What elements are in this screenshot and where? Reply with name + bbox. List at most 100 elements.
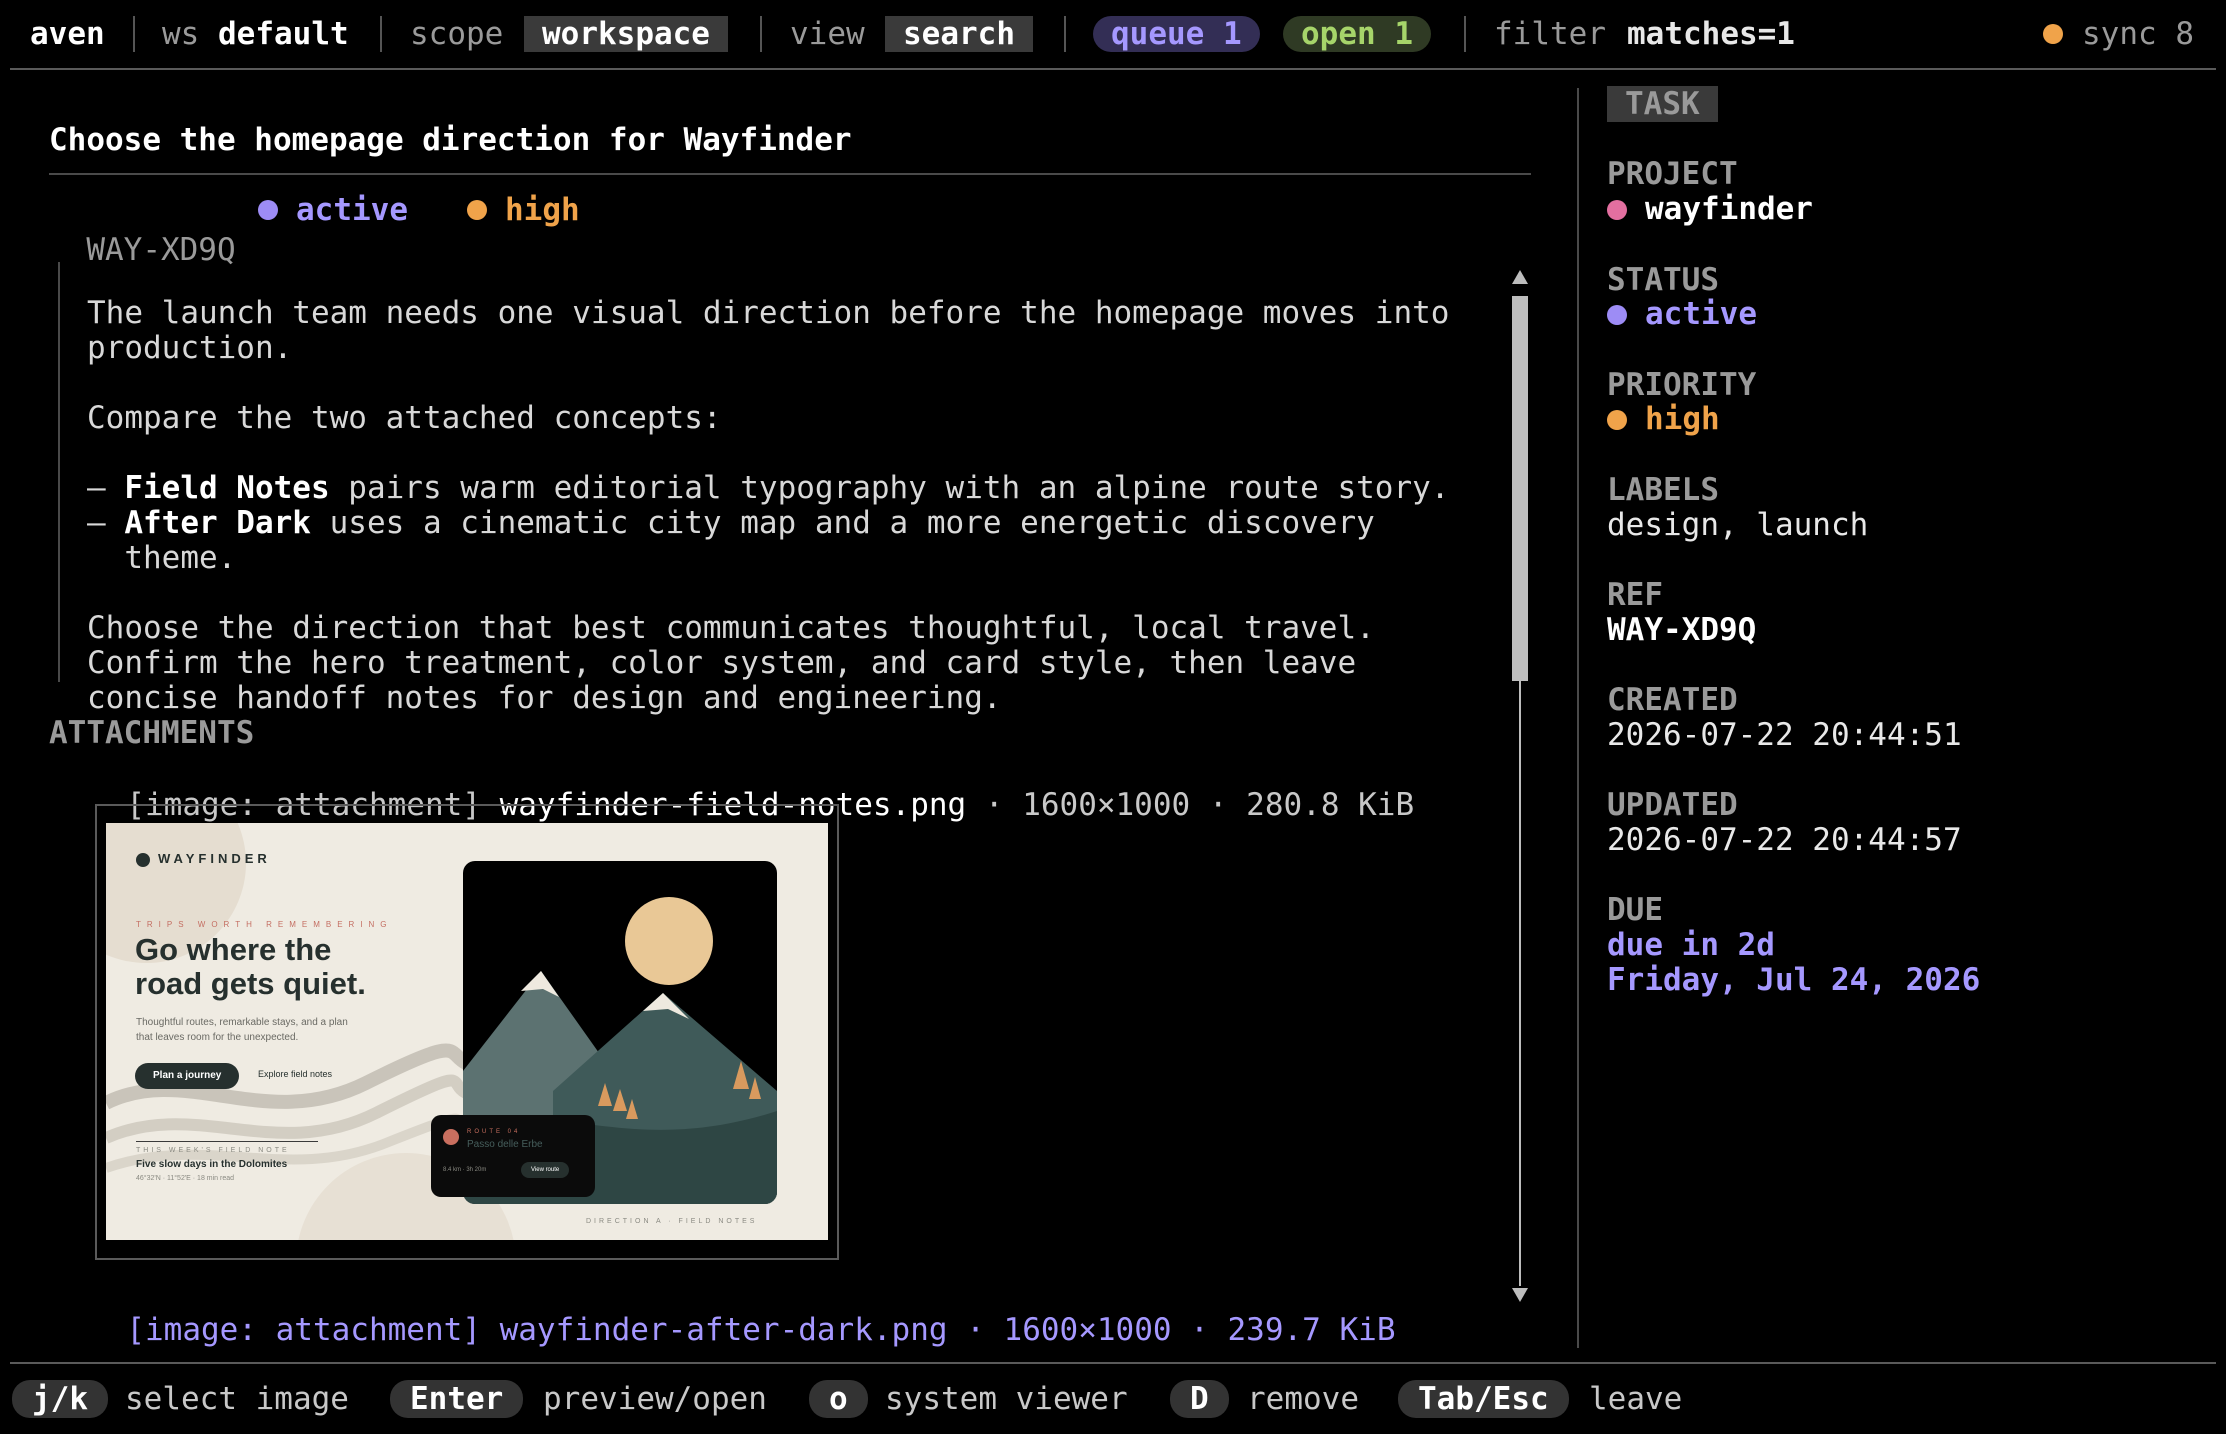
filter-label: filter bbox=[1494, 16, 1606, 52]
key-jk[interactable]: j/k bbox=[12, 1380, 108, 1418]
description-border bbox=[58, 262, 60, 682]
route-pin-icon bbox=[443, 1129, 459, 1145]
scroll-thumb[interactable] bbox=[1512, 296, 1528, 681]
list-item: – Field Notes pairs warm editorial typog… bbox=[87, 470, 1450, 506]
status-dot-icon bbox=[1607, 305, 1627, 325]
status-dot-icon bbox=[258, 200, 278, 220]
sync-count: sync 8 bbox=[2082, 16, 2194, 52]
top-rule bbox=[10, 68, 2216, 70]
route-card: ROUTE 04 Passo delle Erbe 8.4 km · 3h 20… bbox=[431, 1115, 595, 1197]
view-value[interactable]: search bbox=[885, 16, 1033, 52]
workspace-label: ws bbox=[162, 16, 200, 52]
scope-label: scope bbox=[410, 16, 504, 52]
divider bbox=[133, 16, 135, 52]
sidebar-heading: TASK bbox=[1607, 86, 1718, 122]
field-note-title: Five slow days in the Dolomites bbox=[136, 1159, 288, 1170]
scope-value[interactable]: workspace bbox=[524, 16, 728, 52]
concept-description: pairs warm editorial typography with an … bbox=[329, 470, 1450, 506]
list-item: – After Dark uses a cinematic city map a… bbox=[87, 505, 1375, 541]
description-line: Choose the direction that best communica… bbox=[87, 610, 1375, 646]
updated-label: UPDATED bbox=[1607, 787, 1738, 823]
hero-kicker: TRIPS WORTH REMEMBERING bbox=[136, 920, 393, 929]
updated-value: 2026-07-22 20:44:57 bbox=[1607, 822, 1962, 858]
description-line: Compare the two attached concepts: bbox=[87, 400, 722, 436]
divider bbox=[380, 16, 382, 52]
task-status: active bbox=[296, 192, 408, 228]
preview-image: WAYFINDER TRIPS WORTH REMEMBERING Go whe… bbox=[106, 823, 828, 1240]
concept-name: Field Notes bbox=[124, 470, 330, 506]
scroll-down-arrow-icon[interactable] bbox=[1512, 1288, 1528, 1302]
attachment-meta: · 1600×1000 · 280.8 KiB bbox=[984, 787, 1415, 823]
filter-value[interactable]: matches=1 bbox=[1627, 14, 1795, 54]
list-item-continuation: theme. bbox=[124, 540, 237, 576]
description-line: production. bbox=[87, 330, 293, 366]
divider bbox=[1464, 16, 1466, 52]
scroll-track bbox=[1519, 681, 1521, 1286]
divider bbox=[760, 16, 762, 52]
open-badge[interactable]: open 1 bbox=[1283, 16, 1431, 52]
key-tab-esc-label: leave bbox=[1589, 1381, 1683, 1417]
footer-rule bbox=[10, 1362, 2216, 1364]
attachment-meta: · 1600×1000 · 239.7 KiB bbox=[966, 1312, 1396, 1348]
key-tab-esc[interactable]: Tab/Esc bbox=[1398, 1380, 1569, 1418]
scrollbar[interactable] bbox=[1508, 270, 1532, 1310]
scroll-up-arrow-icon[interactable] bbox=[1512, 270, 1528, 284]
priority-label: PRIORITY bbox=[1607, 367, 1757, 403]
created-label: CREATED bbox=[1607, 682, 1738, 718]
direction-caption: DIRECTION A · FIELD NOTES bbox=[586, 1218, 758, 1225]
field-note-kicker: THIS WEEK'S FIELD NOTE bbox=[136, 1147, 290, 1154]
explore-link: Explore field notes bbox=[258, 1069, 333, 1079]
attachment-filename: wayfinder-after-dark.png bbox=[499, 1312, 948, 1348]
pane-divider bbox=[1577, 88, 1579, 1348]
hero-subtitle: Thoughtful routes, remarkable stays, and… bbox=[136, 1017, 348, 1043]
key-o[interactable]: o bbox=[809, 1380, 868, 1418]
top-bar: aven ws default scope workspace view sea… bbox=[0, 0, 2226, 70]
ref-label: REF bbox=[1607, 577, 1663, 613]
project-value: wayfinder bbox=[1645, 191, 1813, 227]
task-priority: high bbox=[505, 192, 580, 228]
concept-description: uses a cinematic city map and a more ene… bbox=[310, 505, 1375, 541]
app-name: aven bbox=[30, 16, 105, 52]
key-enter[interactable]: Enter bbox=[390, 1380, 524, 1418]
queue-badge[interactable]: queue 1 bbox=[1093, 16, 1260, 52]
concept-name: After Dark bbox=[124, 505, 311, 541]
image-preview[interactable]: WAYFINDER TRIPS WORTH REMEMBERING Go whe… bbox=[95, 804, 839, 1260]
field-note-meta: 46°32'N · 11°52'E · 18 min read bbox=[136, 1175, 235, 1182]
route-meta: 8.4 km · 3h 20m bbox=[443, 1167, 487, 1173]
ref-value: WAY-XD9Q bbox=[1607, 612, 1757, 648]
title-rule bbox=[49, 173, 1531, 175]
view-label: view bbox=[790, 16, 865, 52]
hero-headline: Go where the road gets quiet. bbox=[135, 932, 366, 1001]
labels-label: LABELS bbox=[1607, 472, 1719, 508]
brand-logo-icon bbox=[136, 853, 150, 867]
workspace-value[interactable]: default bbox=[218, 14, 349, 54]
priority-dot-icon bbox=[1607, 410, 1627, 430]
key-d[interactable]: D bbox=[1170, 1380, 1229, 1418]
route-name: Passo delle Erbe bbox=[467, 1139, 543, 1150]
attachment-tag: [image: attachment] bbox=[126, 1312, 481, 1348]
brand-name: WAYFINDER bbox=[158, 851, 271, 866]
key-jk-label: select image bbox=[125, 1381, 349, 1417]
key-enter-label: preview/open bbox=[543, 1381, 767, 1417]
route-kicker: ROUTE 04 bbox=[467, 1129, 521, 1135]
due-label: DUE bbox=[1607, 892, 1663, 928]
status-value: active bbox=[1645, 296, 1757, 332]
divider bbox=[136, 1141, 318, 1142]
description-line: Confirm the hero treatment, color system… bbox=[87, 645, 1357, 681]
task-title: Choose the homepage direction for Wayfin… bbox=[49, 122, 852, 158]
attachments-heading: ATTACHMENTS bbox=[49, 715, 255, 751]
labels-value: design, launch bbox=[1607, 507, 1869, 543]
attachment-row-selected[interactable]: [image: attachment] wayfinder-after-dark… bbox=[89, 1276, 1395, 1348]
view-route-button: View route bbox=[521, 1162, 570, 1178]
divider bbox=[1064, 16, 1066, 52]
project-dot-icon bbox=[1607, 200, 1627, 220]
sync-status-icon bbox=[2043, 24, 2063, 44]
description-line: The launch team needs one visual directi… bbox=[87, 295, 1450, 331]
due-date: Friday, Jul 24, 2026 bbox=[1607, 962, 1981, 998]
key-o-label: system viewer bbox=[885, 1381, 1128, 1417]
created-value: 2026-07-22 20:44:51 bbox=[1607, 717, 1962, 753]
plan-journey-button: Plan a journey bbox=[135, 1063, 240, 1089]
project-label: PROJECT bbox=[1607, 156, 1738, 192]
description: The launch team needs one visual directi… bbox=[87, 261, 1449, 751]
due-relative: due in 2d bbox=[1607, 927, 1775, 963]
